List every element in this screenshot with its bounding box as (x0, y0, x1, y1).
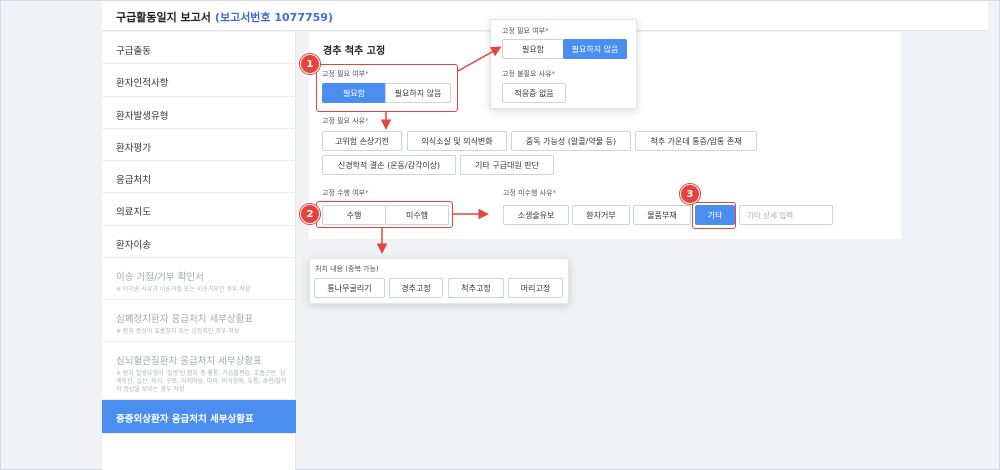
fix-done-label-text: 고정 수행 여부 (322, 189, 366, 197)
sidebar-item-occurrence-type[interactable]: 환자발생유형 (102, 97, 296, 129)
report-title: 구급활동일지 보고서 (116, 11, 211, 24)
sidebar-item-label: 응급처치 (116, 175, 151, 186)
not-done-reason-label: 고정 미수행 사유* (503, 188, 556, 198)
treatment-head-button[interactable]: 머리고정 (508, 278, 563, 298)
sidebar-item-label: 심뇌혈관질환자 응급처치 세부상황표 (116, 356, 262, 367)
treatment-label: 처치 내용 (중복 가능) (315, 265, 379, 273)
popup-fix-needed-yes-button[interactable]: 필요함 (502, 39, 564, 59)
popup-fix-needed-label: 고정 필요 여부* (502, 26, 549, 36)
sidebar-item-label: 환자인적사항 (116, 78, 169, 89)
section-title: 경추 척추 고정 (323, 46, 386, 57)
reason-neuro-deficit-button[interactable]: 신경학적 결손 (운동/감각이상) (322, 155, 456, 175)
treatment-log-roll-button[interactable]: 통나무굴리기 (314, 278, 385, 298)
not-done-resuscitation-button[interactable]: 소생술유보 (503, 205, 569, 225)
treatment-spinal-button[interactable]: 척추고정 (448, 278, 504, 298)
sidebar-item-label: 환자평가 (116, 143, 151, 154)
sidebar-item-medical-direction[interactable]: 의료지도 (102, 193, 296, 226)
popup-not-needed: 고정 필요 여부* 필요함 필요하지 않음 고정 불필요 사유* 적응증 없음 (490, 19, 637, 109)
sidebar-item-label: 의료지도 (116, 207, 151, 218)
sidebar-item-note: ※ 환자 발생유형이 '질병'인 환자 중 흉통, 가슴불편감, 호흡곤란, 심… (116, 370, 287, 393)
sidebar-item-dispatch[interactable]: 구급출동 (102, 32, 296, 64)
required-mark: * (365, 189, 369, 197)
sidebar-item-note: ※ 미이송 사유가 이송거절 또는 이송거부인 경우 작성 (116, 286, 251, 293)
highlight-other (692, 202, 736, 229)
highlight-fix-needed (316, 64, 458, 112)
other-detail-input[interactable]: 기타 상세 입력 (739, 205, 833, 225)
sidebar-item-transport[interactable]: 환자이송 (102, 226, 296, 258)
treatment-cervical-button[interactable]: 경추고정 (389, 278, 443, 298)
popup-not-needed-reason-label: 고정 불필요 사유* (502, 69, 555, 79)
sidebar: 구급출동 환자인적사항 환자발생유형 환자평가 응급처치 의료지도 환자이송 이… (102, 32, 296, 470)
fix-reason-label: 고정 필요 사유* (322, 116, 369, 126)
popup-fix-needed-no-button[interactable]: 필요하지 않음 (563, 39, 627, 59)
annotation-badge-1: 1 (300, 54, 320, 74)
required-mark: * (545, 27, 549, 35)
reason-intoxication-button[interactable]: 중독 가능성 (알콜/약물 등) (511, 131, 631, 151)
sidebar-item-label: 중증외상환자 응급처치 세부상황표 (116, 414, 254, 425)
sidebar-item-transport-refusal[interactable]: 이송 거절/거부 확인서 ※ 미이송 사유가 이송거절 또는 이송거부인 경우 … (102, 258, 296, 300)
sidebar-item-label: 심폐정지환자 응급처치 세부상황표 (116, 314, 254, 325)
page-title: 구급활동일지 보고서 (보고서번호 1077759) (116, 9, 333, 25)
not-done-reason-label-text: 고정 미수행 사유 (503, 189, 553, 197)
sidebar-item-severe-trauma[interactable]: 중증외상환자 응급처치 세부상황표 (102, 400, 296, 434)
sidebar-item-label: 환자이송 (116, 240, 151, 251)
sidebar-item-label: 환자발생유형 (116, 111, 169, 122)
popup-not-needed-reason-label-text: 고정 불필요 사유 (502, 70, 552, 78)
sidebar-item-assessment[interactable]: 환자평가 (102, 129, 296, 161)
app-frame: 구급활동일지 보고서 (보고서번호 1077759) 구급출동 환자인적사항 환자… (0, 0, 1000, 470)
required-mark: * (365, 117, 369, 125)
reason-consciousness-button[interactable]: 의식소실 및 의식변화 (407, 131, 507, 151)
sidebar-item-label: 이송 거절/거부 확인서 (116, 272, 204, 283)
not-done-refusal-button[interactable]: 환자거부 (572, 205, 630, 225)
sidebar-item-cardio-cerebrovascular[interactable]: 심뇌혈관질환자 응급처치 세부상황표 ※ 환자 발생유형이 '질병'인 환자 중… (102, 342, 296, 400)
annotation-badge-3: 3 (680, 184, 700, 204)
popup-treatment: 처치 내용 (중복 가능) 통나무굴리기 경추고정 척추고정 머리고정 (309, 258, 569, 304)
fix-reason-label-text: 고정 필요 사유 (322, 117, 366, 125)
sidebar-item-first-aid[interactable]: 응급처치 (102, 161, 296, 193)
annotation-badge-2: 2 (300, 204, 320, 224)
popup-fix-needed-label-text: 고정 필요 여부 (502, 27, 546, 35)
reason-high-risk-button[interactable]: 고위험 손상기전 (322, 131, 402, 151)
required-mark: * (552, 189, 557, 197)
fix-done-label: 고정 수행 여부* (322, 188, 369, 198)
required-mark: * (551, 70, 556, 78)
reason-other-button[interactable]: 기타 구급대원 판단 (460, 155, 554, 175)
sidebar-item-patient-info[interactable]: 환자인적사항 (102, 64, 296, 97)
sidebar-item-cardiac-arrest[interactable]: 심폐정지환자 응급처치 세부상황표 ※ 환자 증상이 호흡정지 또는 심정지인 … (102, 300, 296, 342)
sidebar-item-label: 구급출동 (116, 46, 151, 57)
reason-spinal-pain-button[interactable]: 척추 가운데 통증/압통 존재 (635, 131, 757, 151)
not-done-no-supplies-button[interactable]: 물품부재 (633, 205, 691, 225)
report-number: (보고서번호 1077759) (214, 11, 333, 24)
sidebar-item-note: ※ 환자 증상이 호흡정지 또는 심정지인 경우 작성 (116, 328, 240, 335)
highlight-fix-done (316, 201, 453, 228)
popup-no-indication-button[interactable]: 적응증 없음 (502, 83, 566, 103)
